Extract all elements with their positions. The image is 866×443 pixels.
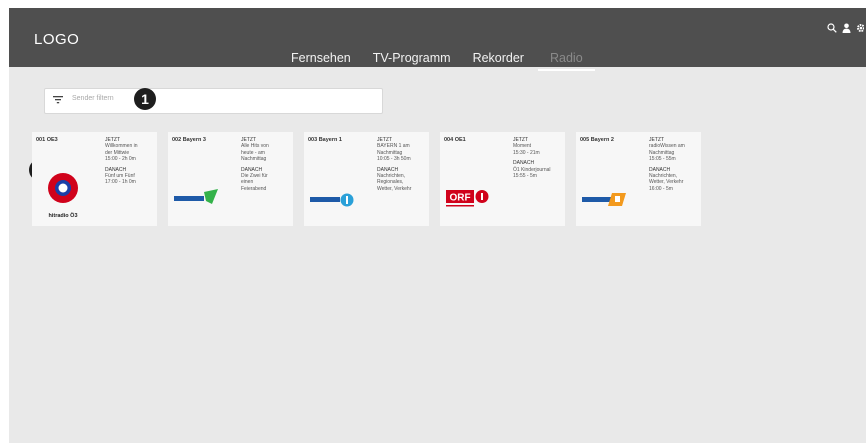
hitradio-oe3-logo: hitradio Ö3: [48, 173, 78, 219]
station-name: 005 Bayern 2: [580, 137, 614, 143]
station-card-bayern1[interactable]: 003 Bayern 1 JETZT BAYERN 1 am Nachmitta…: [304, 132, 429, 226]
logo-caption: hitradio Ö3: [48, 212, 77, 219]
station-card-bayern2[interactable]: 005 Bayern 2 JETZT radioWissen am Nachmi…: [576, 132, 701, 226]
bayern2-logo: [582, 193, 626, 206]
orf-oe1-logo: ORF: [446, 190, 489, 207]
station-card-oe3[interactable]: 001 OE3 hitradio Ö3 JETZT Willkommen in …: [32, 132, 157, 226]
next-line: Feierabend: [241, 185, 267, 192]
nav-tv-programm[interactable]: TV-Programm: [373, 51, 451, 71]
header-icons: [827, 23, 864, 33]
program-info: JETZT Moment 15:30 - 21m DANACH Ö1 Kinde…: [513, 137, 563, 179]
callout-badge-1: 1: [134, 88, 156, 110]
station-name: 004 OE1: [444, 137, 466, 143]
next-time: 16:00 - 5m: [649, 185, 673, 192]
station-card-bayern3[interactable]: 002 Bayern 3 JETZT Alle Hits von heute -…: [168, 132, 293, 226]
program-info: JETZT Willkommen in der Mittwie 15:00 - …: [105, 137, 155, 186]
next-time: 15:55 - 5m: [513, 173, 537, 180]
filter-icon: [53, 96, 63, 104]
station-name: 003 Bayern 1: [308, 137, 342, 143]
main-nav: Fernsehen TV-Programm Rekorder Radio: [291, 51, 617, 71]
orf-wordmark: ORF: [449, 193, 470, 204]
search-icon[interactable]: [827, 23, 837, 33]
nav-radio[interactable]: Radio: [537, 51, 595, 71]
top-bar: LOGO Fernsehen TV-Programm Rekorder Radi…: [9, 8, 866, 71]
bayern3-logo: [174, 189, 218, 204]
app-window: LOGO Fernsehen TV-Programm Rekorder Radi…: [9, 8, 866, 443]
program-info: JETZT radioWissen am Nachmittag 15:05 - …: [649, 137, 699, 192]
gear-icon[interactable]: [856, 23, 864, 33]
user-icon[interactable]: [842, 23, 851, 33]
next-time: 17:00 - 1h 0m: [105, 179, 136, 186]
nav-rekorder[interactable]: Rekorder: [473, 51, 524, 71]
nav-fernsehen[interactable]: Fernsehen: [291, 51, 351, 71]
program-info: JETZT BAYERN 1 am Nachmittag 10:05 - 3h …: [377, 137, 427, 192]
next-line: Wetter, Verkehr: [377, 185, 412, 192]
logo: LOGO: [34, 31, 80, 48]
bayern1-logo: [310, 193, 354, 207]
station-filter-field[interactable]: Sender filtern: [44, 88, 383, 114]
station-name: 002 Bayern 3: [172, 137, 206, 143]
station-name: 001 OE3: [36, 137, 58, 143]
program-info: JETZT Alle Hits von heute - am Nachmitta…: [241, 137, 291, 192]
station-filter-placeholder: Sender filtern: [72, 95, 114, 102]
station-card-oe1[interactable]: 004 OE1 ORF JETZT Moment 15:30 - 21m DAN…: [440, 132, 565, 226]
